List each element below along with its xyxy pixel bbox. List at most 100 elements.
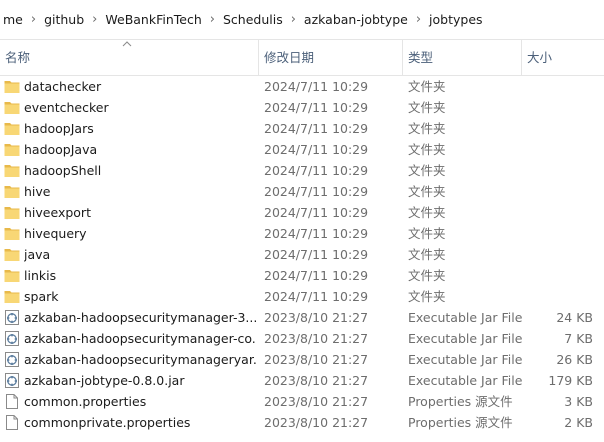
file-type: Executable Jar File [408, 331, 523, 346]
breadcrumb-item[interactable]: github [41, 12, 87, 27]
jar-file-icon [4, 352, 20, 367]
file-size [526, 118, 593, 139]
chevron-right-icon[interactable]: › [205, 12, 220, 27]
folder-icon [4, 184, 20, 199]
file-modified-date: 2023/8/10 21:27 [264, 352, 369, 367]
file-type: 文件夹 [408, 289, 446, 304]
column-header-date-label: 修改日期 [264, 50, 315, 65]
file-type: 文件夹 [408, 163, 446, 178]
file-name: linkis [24, 268, 57, 283]
column-header-size-label: 大小 [527, 50, 553, 65]
properties-file-icon [4, 394, 20, 409]
chevron-right-icon[interactable]: › [87, 12, 102, 27]
file-icon-cell [4, 244, 20, 265]
chevron-right-icon[interactable]: › [26, 12, 41, 27]
folder-icon [4, 79, 20, 94]
file-size [526, 97, 593, 118]
file-row[interactable]: linkis 2024/7/11 10:29 文件夹 [0, 265, 604, 286]
file-row[interactable]: azkaban-hadoopsecuritymanager-co... 2023/… [0, 328, 604, 349]
file-size [526, 181, 593, 202]
breadcrumb-item[interactable]: jobtypes [426, 12, 486, 27]
file-modified-date: 2024/7/11 10:29 [264, 100, 369, 115]
file-type: 文件夹 [408, 226, 446, 241]
file-modified-date: 2024/7/11 10:29 [264, 79, 369, 94]
file-type: 文件夹 [408, 79, 446, 94]
file-row[interactable]: commonprivate.properties 2023/8/10 21:27 P… [0, 412, 604, 433]
file-icon-cell [4, 181, 20, 202]
file-icon-cell [4, 118, 20, 139]
column-header-size[interactable]: 大小 [522, 40, 604, 75]
file-row[interactable]: hive 2024/7/11 10:29 文件夹 [0, 181, 604, 202]
column-header-date[interactable]: 修改日期 [259, 40, 402, 75]
folder-icon [4, 226, 20, 241]
file-modified-date: 2024/7/11 10:29 [264, 205, 369, 220]
file-type: Properties 源文件 [408, 415, 513, 430]
file-size [526, 223, 593, 244]
file-modified-date: 2023/8/10 21:27 [264, 415, 369, 430]
file-size [526, 139, 593, 160]
file-modified-date: 2024/7/11 10:29 [264, 184, 369, 199]
file-name: hadoopJars [24, 121, 94, 136]
file-name: hiveexport [24, 205, 91, 220]
file-type: 文件夹 [408, 205, 446, 220]
file-size: 2 KB [564, 415, 593, 430]
chevron-right-icon[interactable]: › [411, 12, 426, 27]
file-icon-cell [4, 97, 20, 118]
column-header-row: 名称 修改日期 类型 大小 [0, 40, 604, 76]
file-icon-cell [4, 223, 20, 244]
file-icon-cell [4, 307, 20, 328]
file-size: 24 KB [556, 310, 593, 325]
file-row[interactable]: azkaban-hadoopsecuritymanager-3.... 2023/… [0, 307, 604, 328]
file-modified-date: 2024/7/11 10:29 [264, 226, 369, 241]
file-row[interactable]: hadoopJars 2024/7/11 10:29 文件夹 [0, 118, 604, 139]
file-row[interactable]: hadoopJava 2024/7/11 10:29 文件夹 [0, 139, 604, 160]
file-size: 179 KB [548, 373, 593, 388]
file-row[interactable]: azkaban-jobtype-0.8.0.jar 2023/8/10 21:27… [0, 370, 604, 391]
file-icon-cell [4, 370, 20, 391]
file-modified-date: 2023/8/10 21:27 [264, 373, 369, 388]
file-type: 文件夹 [408, 247, 446, 262]
file-name: hadoopShell [24, 163, 102, 178]
file-row[interactable]: java 2024/7/11 10:29 文件夹 [0, 244, 604, 265]
file-row[interactable]: azkaban-hadoopsecuritymanageryar... 2023/… [0, 349, 604, 370]
breadcrumb: me › github › WeBankFinTech › Schedulis › azkaba… [0, 0, 604, 40]
breadcrumb-item[interactable]: me [0, 12, 26, 27]
file-icon-cell [4, 391, 20, 412]
file-icon-cell [4, 349, 20, 370]
file-modified-date: 2024/7/11 10:29 [264, 121, 369, 136]
chevron-right-icon[interactable]: › [286, 12, 301, 27]
breadcrumb-item[interactable]: WeBankFinTech [102, 12, 204, 27]
breadcrumb-item[interactable]: azkaban-jobtype [301, 12, 411, 27]
jar-file-icon [4, 373, 20, 388]
file-name: common.properties [24, 394, 147, 409]
file-name: hivequery [24, 226, 87, 241]
file-size [526, 160, 593, 181]
file-icon-cell [4, 412, 20, 433]
file-row[interactable]: hadoopShell 2024/7/11 10:29 文件夹 [0, 160, 604, 181]
file-type: 文件夹 [408, 184, 446, 199]
file-icon-cell [4, 76, 20, 97]
file-row[interactable]: hivequery 2024/7/11 10:29 文件夹 [0, 223, 604, 244]
file-type: Executable Jar File [408, 352, 523, 367]
column-header-type-label: 类型 [408, 50, 434, 65]
file-modified-date: 2023/8/10 21:27 [264, 394, 369, 409]
file-name: hive [24, 184, 51, 199]
file-size [526, 265, 593, 286]
file-row[interactable]: eventchecker 2024/7/11 10:29 文件夹 [0, 97, 604, 118]
column-header-type[interactable]: 类型 [403, 40, 521, 75]
file-row[interactable]: datachecker 2024/7/11 10:29 文件夹 [0, 76, 604, 97]
file-name: hadoopJava [24, 142, 98, 157]
file-icon-cell [4, 265, 20, 286]
file-modified-date: 2024/7/11 10:29 [264, 247, 369, 262]
file-size: 26 KB [556, 352, 593, 367]
file-size [526, 286, 593, 307]
file-row[interactable]: common.properties 2023/8/10 21:27 Properti… [0, 391, 604, 412]
file-row[interactable]: hiveexport 2024/7/11 10:29 文件夹 [0, 202, 604, 223]
properties-file-icon [4, 415, 20, 430]
file-row[interactable]: spark 2024/7/11 10:29 文件夹 [0, 286, 604, 307]
file-type: Properties 源文件 [408, 394, 513, 409]
folder-icon [4, 289, 20, 304]
breadcrumb-item[interactable]: Schedulis [220, 12, 286, 27]
jar-file-icon [4, 331, 20, 346]
file-type: 文件夹 [408, 121, 446, 136]
